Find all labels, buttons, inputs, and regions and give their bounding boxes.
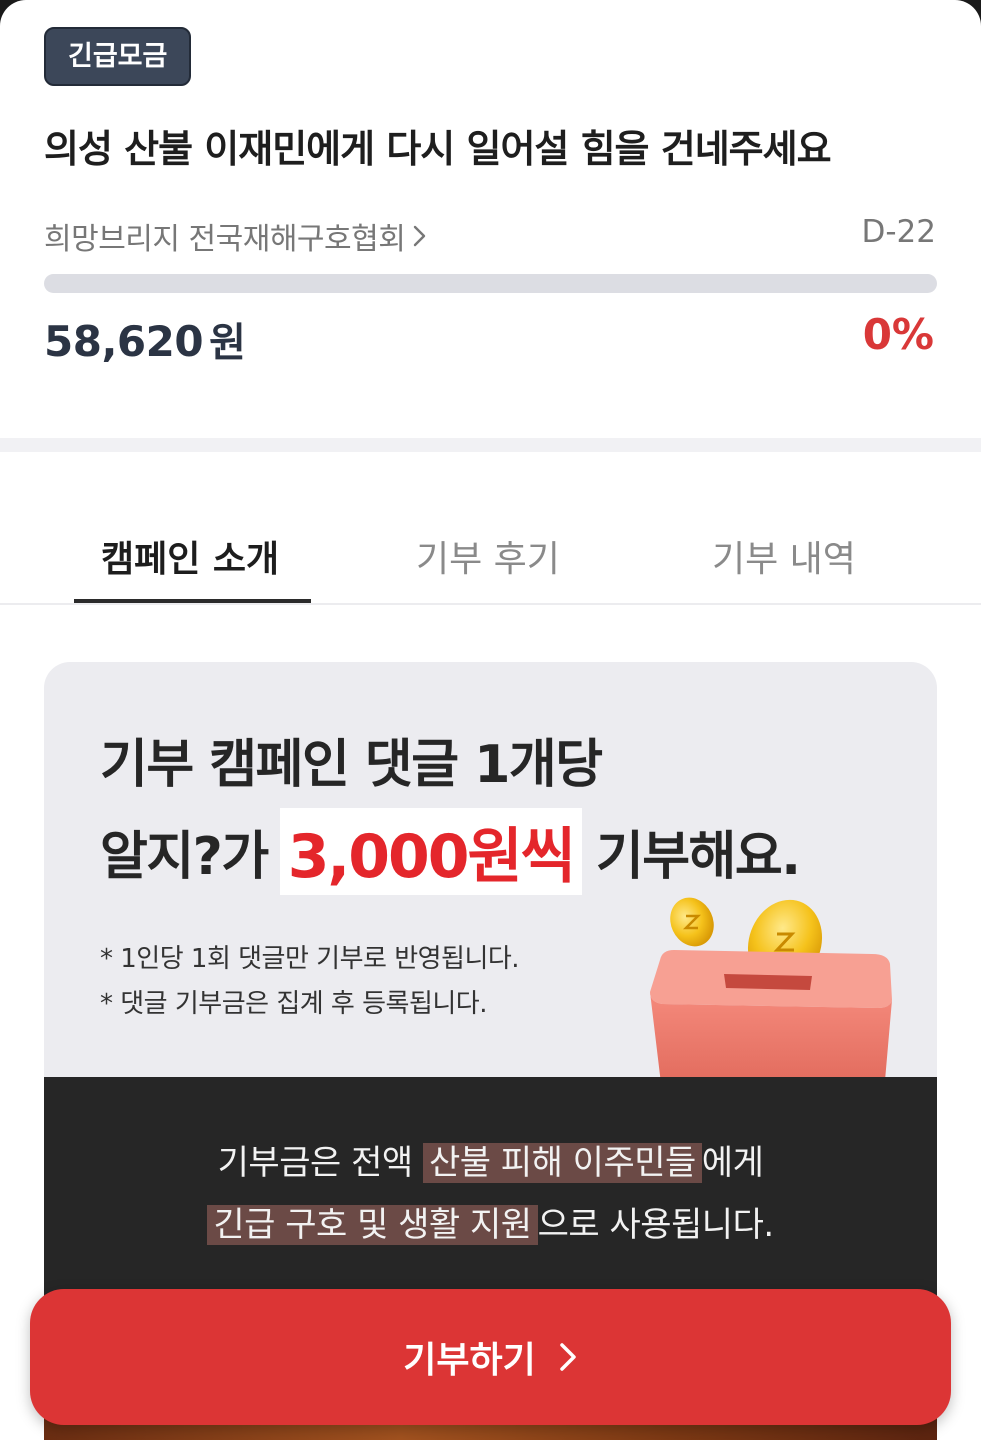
coins-donation-box-icon	[650, 897, 892, 1092]
promo-amount-highlight: 3,000원씩	[279, 808, 582, 895]
info-line-2: 긴급 구호 및 생활 지원 으로 사용됩니다.	[44, 1197, 937, 1246]
promo-note-1: * 1인당 1회 댓글만 기부로 반영됩니다.	[100, 944, 520, 974]
info-line-1: 기부금은 전액 산불 피해 이주민들 에게	[44, 1135, 937, 1184]
info-line-1-prefix: 기부금은 전액	[217, 1143, 423, 1183]
progress-percent: 0%	[862, 310, 934, 359]
organization-link[interactable]: 희망브리지 전국재해구호협회	[44, 214, 427, 258]
info-line-2-suffix: 으로 사용됩니다.	[537, 1205, 775, 1245]
chevron-right-icon	[559, 1343, 576, 1371]
tab-donation-reviews[interactable]: 기부 후기	[416, 530, 560, 582]
campaign-sheet: 긴급모금 의성 산불 이재민에게 다시 일어설 힘을 건네주세요 희망브리지 전…	[0, 0, 981, 1440]
info-line-1-suffix: 에게	[701, 1143, 764, 1183]
campaign-title: 의성 산불 이재민에게 다시 일어설 힘을 건네주세요	[44, 127, 832, 171]
section-divider	[0, 438, 981, 452]
promo-headline-1: 기부 캠페인 댓글 1개당	[100, 735, 603, 795]
promo-note-2: * 댓글 기부금은 집계 후 등록됩니다.	[100, 989, 487, 1019]
tab-bar-border	[0, 603, 981, 605]
donate-button-label: 기부하기	[403, 1340, 536, 1381]
organization-name: 희망브리지 전국재해구호협회	[44, 222, 406, 257]
tab-donation-history[interactable]: 기부 내역	[712, 530, 856, 582]
promo-card: 기부 캠페인 댓글 1개당 알지?가 3,000원씩 기부해요. * 1인당 1…	[44, 662, 937, 1092]
amount-value: 58,620	[44, 317, 204, 366]
chevron-right-icon	[414, 225, 426, 247]
info-line-2-highlight: 긴급 구호 및 생활 지원	[207, 1205, 538, 1245]
progress-bar	[44, 274, 937, 293]
info-line-1-highlight: 산불 피해 이주민들	[422, 1143, 702, 1183]
tab-campaign-intro[interactable]: 캠페인 소개	[101, 530, 279, 582]
amount-unit: 원	[209, 320, 246, 366]
raised-amount: 58,620 원	[44, 310, 246, 368]
donate-button[interactable]: 기부하기	[30, 1289, 951, 1425]
promo-suffix: 기부해요.	[595, 827, 801, 887]
days-left: D-22	[861, 214, 936, 250]
urgent-badge: 긴급모금	[44, 27, 192, 86]
promo-headline-2: 알지?가 3,000원씩 기부해요.	[100, 808, 801, 895]
promo-prefix: 알지?가	[100, 827, 269, 887]
